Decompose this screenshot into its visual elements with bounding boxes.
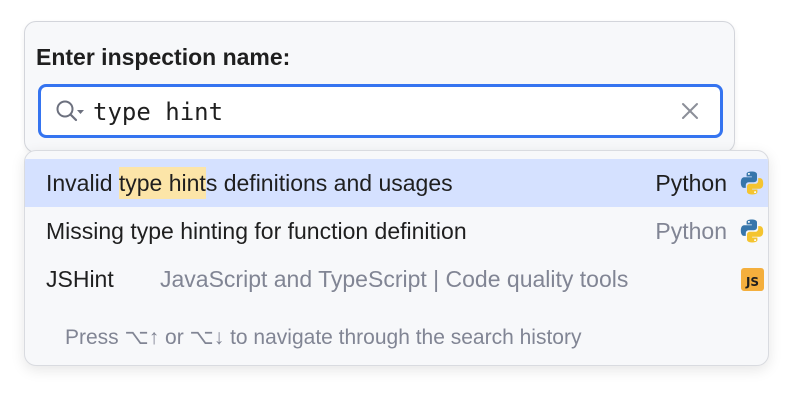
name-prefix: Invalid <box>46 170 119 196</box>
inspection-name: Missing type hinting for function defini… <box>46 218 467 244</box>
list-item[interactable]: Missing type hinting for function defini… <box>25 207 768 255</box>
search-title: Enter inspection name: <box>36 44 291 70</box>
search-match-highlight: type hint <box>118 167 206 199</box>
javascript-icon: JS <box>741 268 764 291</box>
language-label: Python <box>655 170 727 196</box>
inspection-search-popup: Enter inspection name: type hint <box>24 21 735 153</box>
search-history-hint: Press ⌥↑ or ⌥↓ to navigate through the s… <box>65 326 582 349</box>
language-label: Python <box>655 218 727 244</box>
list-item[interactable]: Invalid type hints definitions and usage… <box>25 159 768 207</box>
inspection-name: Invalid type hints definitions and usage… <box>46 159 453 207</box>
inspection-results-list: Invalid type hints definitions and usage… <box>24 150 769 366</box>
inspection-search-input[interactable]: type hint <box>38 84 723 138</box>
search-input-value[interactable]: type hint <box>93 97 223 127</box>
python-icon <box>740 171 764 195</box>
inspection-group-path: JavaScript and TypeScript | Code quality… <box>160 266 629 292</box>
list-item[interactable]: JSHint JavaScript and TypeScript | Code … <box>25 255 768 303</box>
close-icon[interactable] <box>680 101 700 121</box>
python-icon <box>740 219 764 243</box>
inspection-name: JSHint <box>46 266 114 292</box>
name-suffix: s definitions and usages <box>205 170 453 196</box>
search-with-dropdown-icon[interactable] <box>55 99 85 125</box>
